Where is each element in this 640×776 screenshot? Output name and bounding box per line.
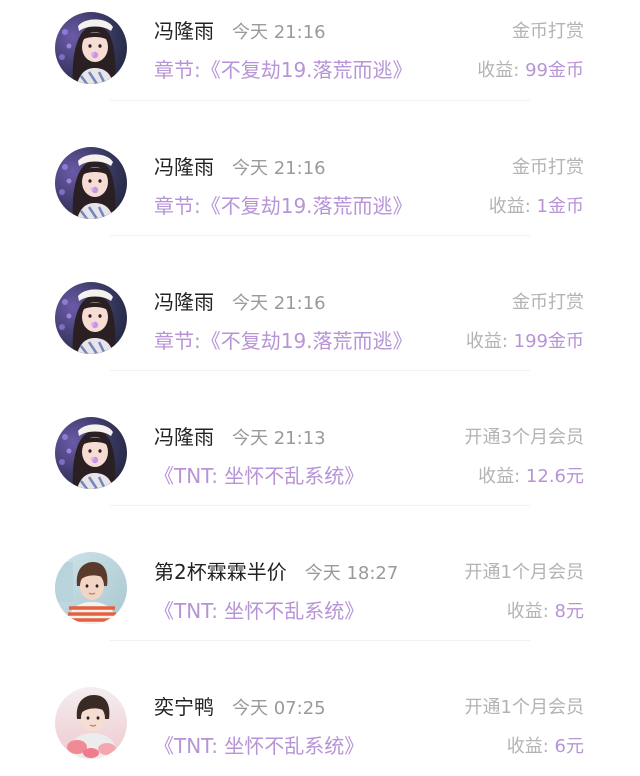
work-title[interactable]: 章节:《不复劫19.落荒而逃》 (154, 325, 413, 354)
girl-avatar-image (55, 12, 127, 84)
avatar[interactable] (55, 552, 127, 624)
income-label: 收益: (478, 466, 521, 487)
user-name[interactable]: 第2杯霖霖半价 (154, 556, 287, 585)
avatar[interactable] (55, 282, 127, 354)
income: 收益: 8元 (507, 597, 584, 623)
boy-avatar-image (55, 552, 127, 624)
list-item[interactable]: 第2杯霖霖半价 今天 18:27 《TNT: 坐怀不乱系统》 开通1个月会员 收… (0, 506, 640, 641)
income-label: 收益: (506, 601, 549, 622)
avatar[interactable] (55, 687, 127, 759)
transaction-type: 开通1个月会员 (464, 697, 584, 718)
income-value: 1金币 (536, 196, 584, 217)
avatar[interactable] (55, 12, 127, 84)
timestamp: 今天 18:27 (304, 563, 399, 584)
income: 收益: 99金币 (477, 56, 584, 82)
income-label: 收益: (477, 60, 520, 81)
income-label: 收益: (465, 331, 508, 352)
timestamp: 今天 21:13 (232, 428, 326, 449)
income-value: 6元 (554, 736, 584, 757)
user-name[interactable]: 冯隆雨 (154, 15, 214, 44)
transaction-type: 开通1个月会员 (464, 562, 584, 583)
avatar[interactable] (55, 147, 127, 219)
list-item[interactable]: 冯隆雨 今天 21:16 章节:《不复劫19.落荒而逃》 金币打赏 收益: 1金… (0, 101, 640, 236)
user-line: 第2杯霖霖半价 今天 18:27 (154, 556, 398, 585)
user-line: 冯隆雨 今天 21:16 (154, 151, 326, 180)
girl-avatar-image (55, 282, 127, 354)
income-value: 12.6元 (525, 466, 584, 487)
work-title[interactable]: 《TNT: 坐怀不乱系统》 (154, 730, 364, 759)
user-name[interactable]: 冯隆雨 (154, 421, 214, 450)
transaction-type: 开通3个月会员 (464, 427, 584, 448)
work-title[interactable]: 章节:《不复劫19.落荒而逃》 (154, 190, 413, 219)
list-item[interactable]: 冯隆雨 今天 21:16 章节:《不复劫19.落荒而逃》 金币打赏 收益: 19… (0, 236, 640, 371)
user-name[interactable]: 冯隆雨 (154, 286, 214, 315)
work-title[interactable]: 《TNT: 坐怀不乱系统》 (154, 595, 364, 624)
transaction-type: 金币打赏 (512, 292, 584, 313)
user-line: 冯隆雨 今天 21:13 (154, 421, 326, 450)
timestamp: 今天 21:16 (232, 293, 326, 314)
income: 收益: 6元 (507, 732, 584, 758)
income-label: 收益: (488, 196, 531, 217)
list-item[interactable]: 奕宁鸭 今天 07:25 《TNT: 坐怀不乱系统》 开通1个月会员 收益: 6… (0, 641, 640, 776)
user-line: 奕宁鸭 今天 07:25 (154, 691, 326, 720)
person-avatar-image (55, 687, 127, 759)
user-name[interactable]: 冯隆雨 (154, 151, 214, 180)
transaction-type: 金币打赏 (512, 21, 584, 42)
income: 收益: 199金币 (466, 327, 584, 353)
income-list: 冯隆雨 今天 21:16 章节:《不复劫19.落荒而逃》 金币打赏 收益: 99… (0, 0, 640, 776)
timestamp: 今天 21:16 (232, 158, 326, 179)
girl-avatar-image (55, 417, 127, 489)
income-label: 收益: (506, 736, 549, 757)
girl-avatar-image (55, 147, 127, 219)
avatar[interactable] (55, 417, 127, 489)
income-value: 8元 (554, 601, 584, 622)
income-value: 199金币 (513, 331, 584, 352)
user-name[interactable]: 奕宁鸭 (154, 691, 214, 720)
income-value: 99金币 (525, 60, 584, 81)
income: 收益: 1金币 (489, 192, 584, 218)
work-title[interactable]: 《TNT: 坐怀不乱系统》 (154, 460, 364, 489)
list-item[interactable]: 冯隆雨 今天 21:16 章节:《不复劫19.落荒而逃》 金币打赏 收益: 99… (0, 0, 640, 101)
timestamp: 今天 21:16 (232, 22, 326, 43)
user-line: 冯隆雨 今天 21:16 (154, 286, 326, 315)
income: 收益: 12.6元 (478, 462, 584, 488)
transaction-type: 金币打赏 (512, 157, 584, 178)
user-line: 冯隆雨 今天 21:16 (154, 15, 326, 44)
work-title[interactable]: 章节:《不复劫19.落荒而逃》 (154, 54, 413, 83)
list-item[interactable]: 冯隆雨 今天 21:13 《TNT: 坐怀不乱系统》 开通3个月会员 收益: 1… (0, 371, 640, 506)
timestamp: 今天 07:25 (232, 698, 326, 719)
